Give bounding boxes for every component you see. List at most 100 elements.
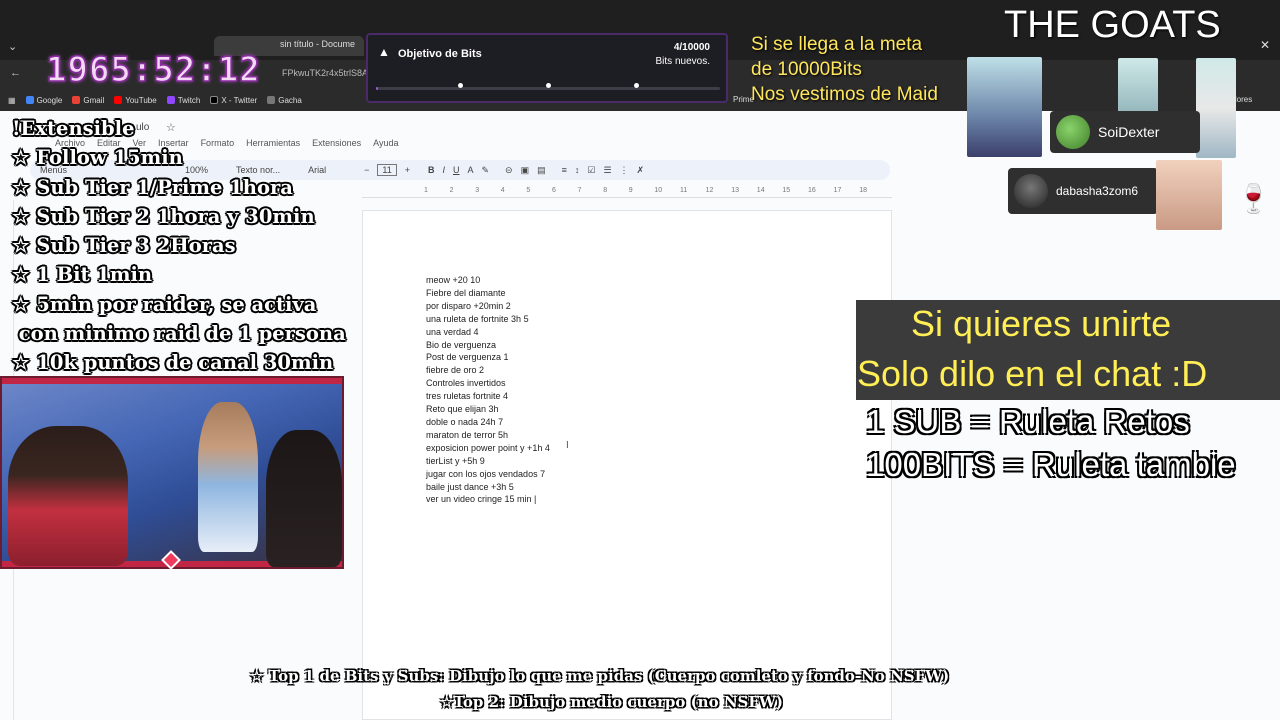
bookmark-gacha[interactable]: Gacha: [267, 96, 302, 105]
bullet-list-icon[interactable]: ☰: [603, 165, 611, 176]
doc-line[interactable]: una verdad 4: [426, 326, 550, 339]
doc-line[interactable]: ver un video cringe 15 min |: [426, 493, 550, 506]
join-line-2: Solo dilo en el chat :D: [857, 353, 1208, 394]
rule-item: ☆ Sub Tier 2 1hora y 30min: [12, 204, 315, 228]
doc-line[interactable]: Controles invertidos: [426, 377, 550, 390]
tab-search-icon[interactable]: ⌄: [8, 40, 17, 53]
address-bar[interactable]: FPkwuTK2r4x5trlS8A: [282, 68, 368, 78]
ruler-tick-label: 6: [552, 187, 556, 194]
member-pill-soidexter: SoiDexter: [1050, 111, 1200, 153]
doc-line[interactable]: exposicion power point y +1h 4: [426, 442, 550, 455]
ruler-tick-label: 2: [449, 187, 454, 194]
image-icon[interactable]: ▤: [537, 165, 546, 176]
tab-title: sin título - Docume: [280, 39, 356, 49]
comment-icon[interactable]: ▣: [521, 165, 530, 176]
frame-border: [2, 378, 342, 384]
bold-icon[interactable]: B: [428, 165, 435, 175]
doc-line[interactable]: tierList y +5h 9: [426, 455, 550, 468]
apps-icon[interactable]: ▦: [8, 96, 16, 105]
doc-line[interactable]: Fiebre del diamante: [426, 287, 550, 300]
progress-marker: [634, 83, 639, 88]
text-color-icon[interactable]: A: [467, 165, 473, 175]
bookmark-x[interactable]: X - Twitter: [210, 96, 257, 105]
member-name: SoiDexter: [1098, 124, 1160, 140]
doc-line[interactable]: jugar con los ojos vendados 7: [426, 468, 550, 481]
rule-item: !Extensible: [12, 117, 135, 140]
doc-line[interactable]: una ruleta de fortnite 3h 5: [426, 313, 550, 326]
rule-item: ☆ 5min por raider, se activa: [12, 292, 317, 316]
member-name: dabasha3zom6: [1056, 184, 1139, 198]
doc-line[interactable]: Bio de verguenza: [426, 339, 550, 352]
meta-line-1: Si se llega a la meta: [751, 34, 923, 55]
doc-line[interactable]: por disparo +20min 2: [426, 300, 550, 313]
bookmark-twitch[interactable]: Twitch: [166, 96, 200, 105]
menu-ayuda[interactable]: Ayuda: [373, 138, 398, 148]
document-body[interactable]: meow +20 10 Fiebre del diamante por dispar…: [426, 274, 550, 506]
bookmark-youtube[interactable]: YouTube: [114, 96, 157, 105]
character-avatar: [1196, 58, 1236, 158]
horizontal-ruler: 1 2 3 4 5 6 7 8 9 10 11 12 13 14 15 16 17 18: [362, 184, 892, 198]
progress-marker: [458, 83, 463, 88]
doc-line[interactable]: doble o nada 24h 7: [426, 416, 550, 429]
text-cursor-icon: I: [566, 440, 569, 451]
brand-title: THE GOATS: [1004, 4, 1221, 46]
ruler-tick-label: 12: [705, 187, 714, 194]
join-line-1: Si quieres unirte: [911, 303, 1172, 344]
bookmark-google[interactable]: Google: [25, 96, 62, 105]
bits-progress-fill: [376, 87, 378, 90]
doc-line[interactable]: tres ruletas fortnite 4: [426, 390, 550, 403]
rule-item: con minimo raid de 1 persona: [12, 322, 346, 346]
ruler-tick-label: 14: [756, 187, 765, 194]
stream-timer: 1965:52:12: [45, 49, 261, 91]
bits-icon: ▲: [378, 45, 390, 59]
bits-goal-count: 4/10000: [673, 42, 710, 53]
meta-line-2: de 10000Bits: [751, 59, 862, 80]
ruler-tick-label: 9: [628, 187, 633, 194]
clear-format-icon[interactable]: ✗: [637, 165, 645, 176]
doc-line[interactable]: Reto que elijan 3h: [426, 403, 550, 416]
folder-icon: [267, 96, 276, 104]
progress-marker: [546, 83, 551, 88]
checklist-icon[interactable]: ☑: [587, 165, 595, 176]
window-close-icon[interactable]: ✕: [1260, 38, 1270, 52]
ruler-tick-label: 13: [731, 187, 739, 194]
second-person: [266, 430, 342, 567]
doc-line[interactable]: fiebre de oro 2: [426, 364, 550, 377]
avatar: [1056, 115, 1090, 149]
ruler-tick-label: 11: [680, 187, 688, 194]
member-pill-dabasha: dabasha3zom6: [1008, 168, 1158, 214]
doc-line[interactable]: Post de verguenza 1: [426, 351, 550, 364]
back-icon[interactable]: ←: [10, 67, 21, 79]
doc-line[interactable]: meow +20 10: [426, 274, 550, 287]
roulette-bits-line: 100BITS = Ruleta tambie: [866, 446, 1236, 483]
doc-line[interactable]: baile just dance +3h 5: [426, 481, 550, 494]
numbered-list-icon[interactable]: ⋮: [620, 165, 629, 176]
gmail-icon: [72, 96, 81, 104]
ruler-tick-label: 10: [654, 187, 663, 194]
line-spacing-icon[interactable]: ↕: [575, 165, 580, 175]
stream-screen: ⌄ sin título - Docume ✕ ← FPkwuTK2r4x5tr…: [0, 0, 1280, 720]
bookmark-gmail[interactable]: Gmail: [72, 96, 104, 105]
rule-item: ☆ Follow 15min: [12, 146, 183, 170]
highlight-icon[interactable]: ✎: [482, 165, 490, 176]
italic-icon[interactable]: I: [442, 165, 445, 175]
rule-item: ☆ Sub Tier 1/Prime 1hora: [12, 175, 293, 199]
bits-goal-title: Objetivo de Bits: [398, 48, 482, 60]
meta-line-3: Nos vestimos de Maid: [751, 84, 938, 105]
underline-icon[interactable]: U: [453, 165, 460, 175]
ruler-tick-label: 5: [526, 187, 531, 194]
align-icon[interactable]: ≡: [562, 165, 567, 175]
top1-reward: ☆ Top 1 de Bits y Subs: Dibujo lo que me…: [250, 667, 950, 685]
minus-icon[interactable]: −: [364, 165, 369, 175]
link-icon[interactable]: ⊝: [505, 165, 513, 176]
ruler-tick-label: 16: [808, 187, 816, 194]
bits-goal-widget: ▲ Objetivo de Bits 4/10000 Bits nuevos.: [366, 33, 728, 103]
font-size-input[interactable]: 11: [377, 164, 397, 176]
plus-icon[interactable]: +: [405, 165, 410, 175]
top2-reward: ☆Top 2: Dibujo medio cuerpo (no NSFW): [440, 693, 783, 711]
drawn-face-avatar: [1156, 160, 1222, 230]
doc-line[interactable]: maraton de terror 5h: [426, 429, 550, 442]
streamer: [8, 426, 128, 566]
ruler-tick-label: 1: [424, 187, 428, 194]
ruler-tick-label: 18: [859, 187, 867, 194]
